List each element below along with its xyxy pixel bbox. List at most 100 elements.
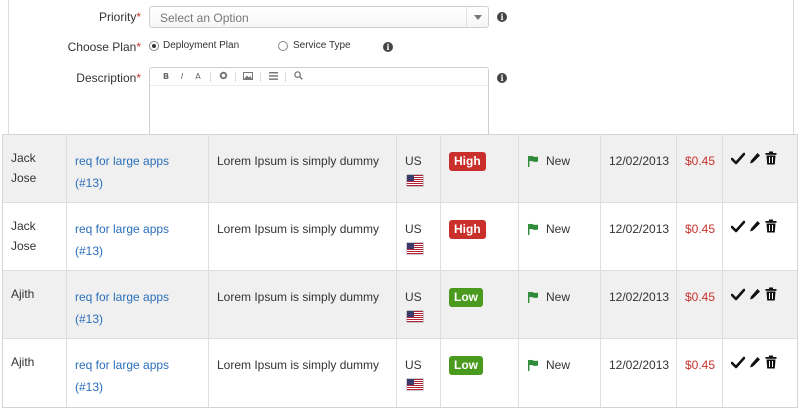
info-icon[interactable]: i <box>497 12 507 22</box>
request-cell: req for large apps (#13) <box>67 271 209 338</box>
status-cell: New <box>519 271 601 338</box>
pencil-icon[interactable] <box>749 356 761 369</box>
flag-icon <box>528 291 538 303</box>
date-cell: 12/02/2013 <box>601 271 677 338</box>
priority-badge: Low <box>449 288 483 307</box>
priority-badge: Low <box>449 356 483 375</box>
date-cell: 12/02/2013 <box>601 135 677 202</box>
us-flag-icon <box>407 311 423 322</box>
trash-icon[interactable] <box>765 287 777 301</box>
request-cell: req for large apps (#13) <box>67 135 209 202</box>
requester-name: Jack Jose <box>3 203 67 270</box>
description-cell: Lorem Ipsum is simply dummy <box>209 339 397 407</box>
table-row: Ajith req for large apps (#13) Lorem Ips… <box>3 271 797 339</box>
trash-icon[interactable] <box>765 219 777 233</box>
price-cell: $0.45 <box>677 135 723 202</box>
request-form: Priority* Select an Option i Choose Plan… <box>8 0 794 142</box>
toolbar-divider <box>210 71 211 82</box>
check-icon[interactable] <box>731 220 745 233</box>
italic-icon[interactable]: I <box>174 72 190 81</box>
request-link[interactable]: req for large apps (#13) <box>75 222 169 258</box>
info-icon[interactable]: i <box>497 73 507 83</box>
requester-name: Ajith <box>3 339 67 407</box>
table-row: Ajith req for large apps (#13) Lorem Ips… <box>3 339 797 407</box>
toolbar-divider <box>260 71 261 82</box>
request-cell: req for large apps (#13) <box>67 339 209 407</box>
request-link[interactable]: req for large apps (#13) <box>75 358 169 394</box>
country-cell: US <box>397 135 441 202</box>
status-label: New <box>546 290 571 304</box>
toolbar-divider <box>285 71 286 82</box>
price-cell: $0.45 <box>677 271 723 338</box>
trash-icon[interactable] <box>765 355 777 369</box>
request-link[interactable]: req for large apps (#13) <box>75 290 169 326</box>
deployment-plan-radio[interactable] <box>149 41 159 51</box>
price-cell: $0.45 <box>677 203 723 270</box>
us-flag-icon <box>407 379 423 390</box>
requests-table: Jack Jose req for large apps (#13) Lorem … <box>2 134 798 408</box>
country-code: US <box>405 358 422 372</box>
plan-label: Choose Plan* <box>67 40 141 54</box>
description-cell: Lorem Ipsum is simply dummy <box>209 271 397 338</box>
editor-toolbar: B I A <box>150 68 488 86</box>
description-cell: Lorem Ipsum is simply dummy <box>209 135 397 202</box>
requester-name: Jack Jose <box>3 135 67 202</box>
request-link[interactable]: req for large apps (#13) <box>75 154 169 190</box>
priority-cell: High <box>441 203 519 270</box>
link-icon[interactable] <box>215 71 231 82</box>
priority-cell: High <box>441 135 519 202</box>
status-cell: New <box>519 339 601 407</box>
price-cell: $0.45 <box>677 339 723 407</box>
chevron-down-icon <box>474 15 482 20</box>
description-editor[interactable]: B I A <box>149 67 489 142</box>
status-cell: New <box>519 135 601 202</box>
priority-placeholder: Select an Option <box>160 11 249 25</box>
description-label: Description* <box>76 71 141 85</box>
status-label: New <box>546 222 571 236</box>
country-cell: US <box>397 271 441 338</box>
pencil-icon[interactable] <box>749 220 761 233</box>
pencil-icon[interactable] <box>749 152 761 165</box>
flag-icon <box>528 155 538 167</box>
check-icon[interactable] <box>731 356 745 369</box>
trash-icon[interactable] <box>765 151 777 165</box>
flag-icon <box>528 359 538 371</box>
image-icon[interactable] <box>240 71 256 82</box>
check-icon[interactable] <box>731 152 745 165</box>
date-cell: 12/02/2013 <box>601 203 677 270</box>
status-label: New <box>546 154 571 168</box>
flag-icon <box>528 223 538 235</box>
search-icon[interactable] <box>290 71 306 82</box>
actions-cell <box>723 339 799 407</box>
dropdown-toggle[interactable] <box>466 7 488 27</box>
status-label: New <box>546 358 571 372</box>
pencil-icon[interactable] <box>749 288 761 301</box>
date-cell: 12/02/2013 <box>601 339 677 407</box>
service-type-radio[interactable] <box>278 41 288 51</box>
country-code: US <box>405 290 422 304</box>
info-icon[interactable]: i <box>383 42 393 52</box>
priority-cell: Low <box>441 339 519 407</box>
actions-cell <box>723 203 799 270</box>
priority-badge: High <box>449 220 486 239</box>
country-code: US <box>405 222 422 236</box>
actions-cell <box>723 135 799 202</box>
table-row: Jack Jose req for large apps (#13) Lorem … <box>3 203 797 271</box>
bold-icon[interactable]: B <box>158 72 174 81</box>
us-flag-icon <box>407 243 423 254</box>
priority-badge: High <box>449 152 486 171</box>
check-icon[interactable] <box>731 288 745 301</box>
requester-name: Ajith <box>3 271 67 338</box>
deployment-plan-label[interactable]: Deployment Plan <box>163 40 239 51</box>
description-cell: Lorem Ipsum is simply dummy <box>209 203 397 270</box>
font-color-icon[interactable]: A <box>190 72 206 81</box>
country-cell: US <box>397 203 441 270</box>
service-type-label[interactable]: Service Type <box>293 40 351 51</box>
status-cell: New <box>519 203 601 270</box>
actions-cell <box>723 271 799 338</box>
list-icon[interactable] <box>265 71 281 82</box>
priority-select[interactable]: Select an Option <box>149 6 489 28</box>
table-row: Jack Jose req for large apps (#13) Lorem … <box>3 135 797 203</box>
request-cell: req for large apps (#13) <box>67 203 209 270</box>
priority-label: Priority* <box>98 10 141 24</box>
